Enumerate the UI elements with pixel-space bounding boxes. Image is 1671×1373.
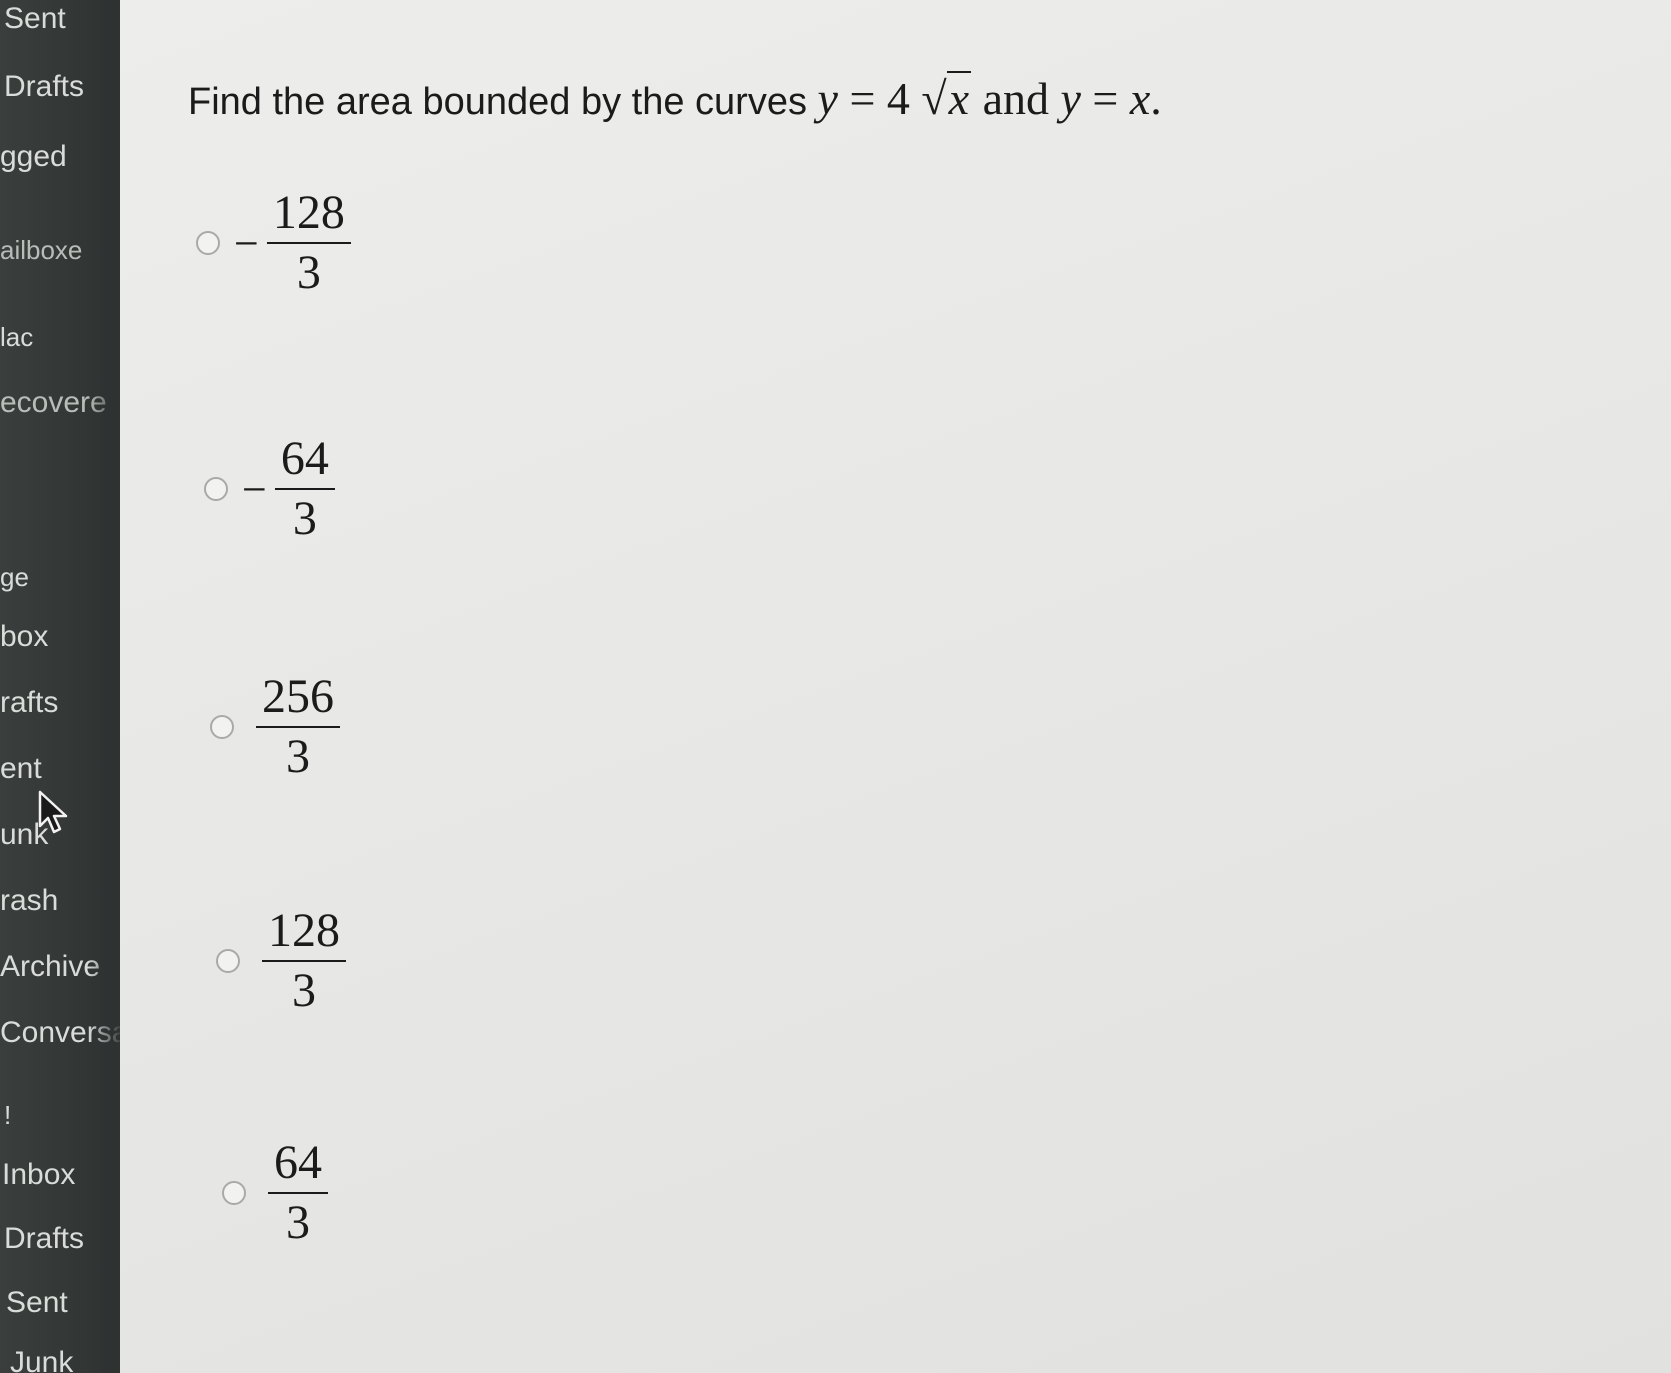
sidebar-item-recovered[interactable]: ecovere — [0, 386, 107, 420]
sidebar-item-drafts-3[interactable]: Drafts — [4, 1222, 84, 1256]
sidebar-item-mailboxes[interactable]: ailboxe — [0, 235, 82, 266]
numerator: 64 — [280, 432, 329, 485]
period: . — [1150, 73, 1162, 124]
answer-option-1[interactable]: − 128 3 — [196, 184, 351, 302]
var-y-2: y — [1060, 73, 1081, 124]
sidebar-item-mac[interactable]: lac — [0, 322, 33, 353]
numerator: 128 — [272, 186, 345, 239]
sidebar-item-archive[interactable]: Archive — [0, 950, 100, 984]
var-x-2: x — [1129, 73, 1151, 124]
fraction: 64 3 — [268, 1134, 328, 1252]
sidebar-item-flag-marker: ! — [4, 1100, 12, 1130]
question-text: Find the area bounded by the curves y = … — [188, 71, 1162, 125]
radio-button[interactable] — [216, 949, 240, 973]
answer-option-4[interactable]: 128 3 — [216, 902, 346, 1020]
sidebar-item-sent[interactable]: Sent — [4, 2, 66, 36]
question-prompt: Find the area bounded by the curves — [188, 81, 807, 123]
sidebar-item-junk-2[interactable]: Junk — [10, 1346, 73, 1373]
sidebar-item-sent-2[interactable]: ent — [0, 752, 42, 786]
equals-four: = 4 — [837, 73, 922, 124]
question-panel — [120, 0, 1671, 1373]
answer-option-2[interactable]: − 64 3 — [204, 430, 335, 548]
fraction: 128 3 — [266, 184, 351, 302]
denominator: 3 — [296, 246, 321, 299]
mail-sidebar: Sent Drafts gged ailboxe lac ecovere ge … — [0, 0, 120, 1373]
sidebar-item-trash[interactable]: rash — [0, 884, 58, 918]
var-y: y — [817, 73, 838, 124]
mouse-cursor-icon — [38, 790, 68, 834]
sidebar-item-conversation[interactable]: Conversa — [0, 1016, 120, 1050]
sidebar-item-drafts-2[interactable]: rafts — [0, 686, 58, 720]
sidebar-item-drafts[interactable]: Drafts — [4, 70, 84, 104]
denominator: 3 — [286, 1196, 310, 1249]
var-x: x — [948, 73, 970, 124]
radio-button[interactable] — [196, 231, 220, 255]
fraction: 256 3 — [256, 668, 340, 786]
radio-button[interactable] — [210, 715, 234, 739]
curve-equation-2: y = x. — [1061, 73, 1162, 124]
sidebar-fade — [88, 0, 120, 1373]
answer-option-3[interactable]: 256 3 — [210, 668, 340, 786]
connector: and — [982, 73, 1061, 124]
numerator: 256 — [262, 670, 334, 723]
sidebar-item-flagged[interactable]: gged — [0, 140, 67, 174]
minus-sign: − — [242, 464, 267, 514]
radicand: x — [946, 71, 972, 124]
minus-sign: − — [234, 218, 259, 268]
sidebar-item-inbox-2[interactable]: Inbox — [2, 1158, 75, 1192]
numerator: 64 — [274, 1136, 322, 1189]
numerator: 128 — [268, 904, 340, 957]
sqrt-sign: √ — [921, 73, 947, 124]
denominator: 3 — [286, 730, 310, 783]
radio-button[interactable] — [204, 477, 228, 501]
fraction: 128 3 — [262, 902, 346, 1020]
sidebar-item-inbox[interactable]: box — [0, 620, 48, 654]
answer-option-5[interactable]: 64 3 — [222, 1134, 328, 1252]
sidebar-item-account[interactable]: ge — [0, 562, 29, 593]
denominator: 3 — [292, 964, 316, 1017]
fraction: 64 3 — [274, 430, 335, 548]
sidebar-item-sent-3[interactable]: Sent — [6, 1286, 68, 1320]
radio-button[interactable] — [222, 1181, 246, 1205]
equals-sign: = — [1080, 73, 1130, 124]
curve-equation-1: y = 4 √x — [818, 71, 983, 124]
denominator: 3 — [292, 492, 317, 545]
